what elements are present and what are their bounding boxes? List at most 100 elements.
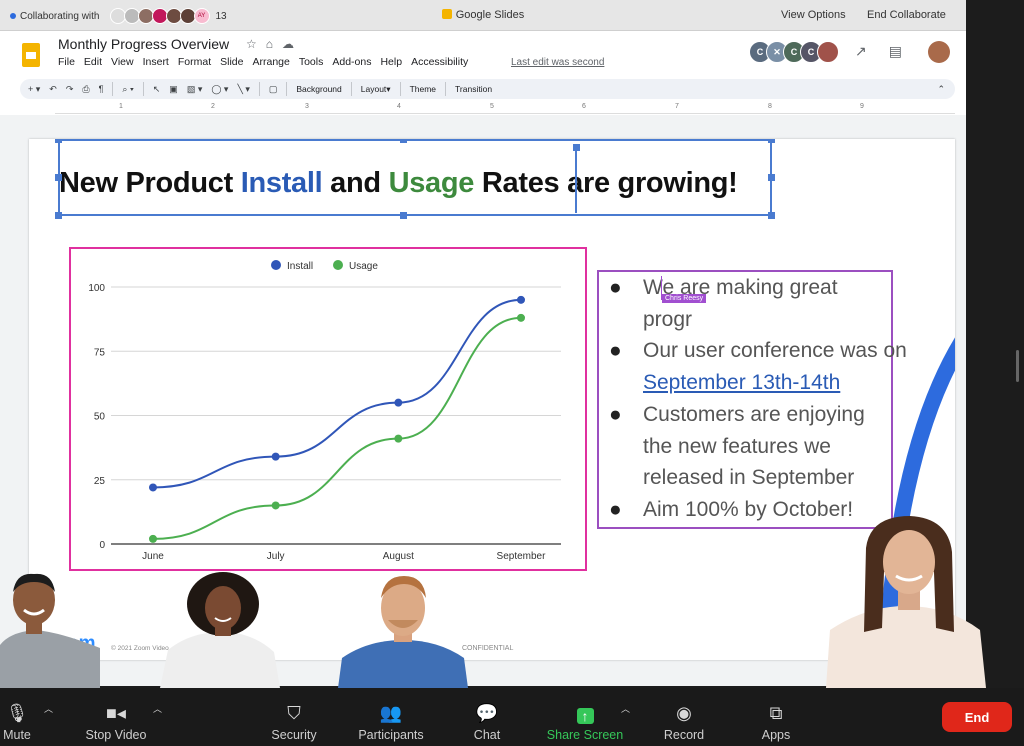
menu-item-insert[interactable]: Insert bbox=[143, 56, 169, 68]
bullet-text: Customers are enjoying the new features … bbox=[643, 402, 865, 490]
mute-button[interactable]: 🎙 Mute bbox=[0, 688, 34, 746]
select-icon[interactable]: ↖ bbox=[153, 84, 161, 95]
move-folder-icon[interactable]: ⌂ bbox=[266, 37, 273, 51]
resize-handle[interactable] bbox=[768, 174, 775, 181]
resize-handle[interactable] bbox=[55, 212, 62, 219]
bullet-icon: ● bbox=[609, 402, 622, 426]
chart-container[interactable]: 0 25 50 75 100 June July August September Install… bbox=[69, 247, 587, 571]
document-title[interactable]: Monthly Progress Overview bbox=[58, 36, 229, 52]
new-slide-icon[interactable]: + ▾ bbox=[28, 84, 40, 95]
collapse-toolbar-icon[interactable]: ⌃ bbox=[937, 84, 945, 95]
end-meeting-button[interactable]: End bbox=[942, 702, 1012, 732]
list-item: ● Customers are enjoying the new features… bbox=[609, 399, 909, 494]
add-comment-icon[interactable]: ▢ bbox=[269, 84, 278, 95]
menu-item-accessibility[interactable]: Accessibility bbox=[411, 56, 468, 68]
apps-button[interactable]: ⧉ Apps bbox=[756, 688, 796, 746]
data-point-usage bbox=[517, 313, 525, 322]
resize-handle[interactable] bbox=[400, 212, 407, 219]
redo-icon[interactable]: ↷ bbox=[66, 84, 74, 95]
undo-icon[interactable]: ↶ bbox=[49, 84, 57, 95]
slides-logo-icon[interactable] bbox=[22, 43, 40, 67]
presence-avatar[interactable] bbox=[817, 41, 839, 63]
shape-icon[interactable]: ◯ ▾ bbox=[211, 84, 228, 95]
x-tick-label: July bbox=[267, 551, 285, 562]
toolbar-divider bbox=[258, 82, 260, 96]
share-screen-button[interactable]: ↑ Share Screen bbox=[540, 688, 630, 746]
participant-video[interactable] bbox=[826, 512, 986, 688]
chat-button[interactable]: 💬 Chat bbox=[466, 688, 508, 746]
toolbar-divider bbox=[445, 82, 447, 96]
record-label: Record bbox=[663, 728, 705, 742]
last-edit-link[interactable]: Last edit was second bbox=[511, 57, 604, 68]
list-item: ● We are making great progr bbox=[609, 272, 909, 335]
background-button[interactable]: Background bbox=[296, 84, 341, 94]
participant-figure bbox=[0, 573, 100, 688]
scrollbar-handle[interactable] bbox=[1016, 350, 1019, 382]
star-icon[interactable]: ☆ bbox=[246, 37, 257, 51]
participant-video[interactable] bbox=[338, 570, 468, 688]
record-button[interactable]: ◉ Record bbox=[658, 688, 710, 746]
menu-item-help[interactable]: Help bbox=[380, 56, 402, 68]
paint-format-icon[interactable]: ¶ bbox=[99, 84, 104, 94]
view-options-button[interactable]: View Options bbox=[781, 9, 846, 21]
bullet-icon: ● bbox=[609, 276, 622, 299]
resize-handle[interactable] bbox=[55, 174, 62, 181]
print-icon[interactable]: ⎙ bbox=[82, 84, 89, 95]
legend-label: Usage bbox=[349, 261, 378, 272]
header-actions: ↗ ▤ bbox=[855, 43, 902, 60]
account-avatar[interactable] bbox=[928, 41, 950, 63]
menu-item-tools[interactable]: Tools bbox=[299, 56, 324, 68]
line-icon[interactable]: ╲ ▾ bbox=[237, 84, 249, 95]
participant-video[interactable] bbox=[160, 570, 280, 688]
toolbar-divider bbox=[286, 82, 288, 96]
participants-button[interactable]: 👥 Participants bbox=[350, 688, 432, 746]
share-screen-icon: ↑ bbox=[576, 708, 594, 724]
resize-handle[interactable] bbox=[55, 139, 62, 143]
image-icon[interactable]: ▧ ▾ bbox=[187, 84, 203, 95]
resize-handle[interactable] bbox=[400, 139, 407, 143]
menu-item-format[interactable]: Format bbox=[178, 56, 211, 68]
ruler-tick: 6 bbox=[582, 103, 586, 110]
video-camera-icon: ■◂ bbox=[106, 703, 126, 723]
menu-item-file[interactable]: File bbox=[58, 56, 75, 68]
x-tick-label: June bbox=[142, 551, 164, 562]
x-tick-label: September bbox=[497, 551, 547, 562]
activity-trend-icon[interactable]: ↗ bbox=[855, 43, 867, 60]
ruler-tick: 4 bbox=[397, 103, 401, 110]
participants-label: Participants bbox=[358, 728, 424, 742]
chat-label: Chat bbox=[473, 728, 501, 742]
end-collaborate-button[interactable]: End Collaborate bbox=[867, 9, 946, 21]
text-box-icon[interactable]: ▣ bbox=[169, 84, 178, 95]
legend-label: Install bbox=[287, 261, 313, 272]
cloud-icon[interactable]: ☁ bbox=[282, 37, 294, 51]
security-button[interactable]: ⛉ Security bbox=[264, 688, 324, 746]
title-selection-box[interactable] bbox=[55, 139, 775, 219]
toolbar-divider bbox=[142, 82, 144, 96]
menu-item-edit[interactable]: Edit bbox=[84, 56, 102, 68]
chevron-up-icon[interactable]: ︿ bbox=[153, 702, 162, 715]
data-point-usage bbox=[271, 501, 280, 510]
menu-item-arrange[interactable]: Arrange bbox=[252, 56, 289, 68]
ruler-tick: 3 bbox=[305, 103, 309, 110]
menu-item-slide[interactable]: Slide bbox=[220, 56, 243, 68]
transition-button[interactable]: Transition bbox=[455, 84, 492, 94]
comment-icon[interactable]: ▤ bbox=[889, 43, 902, 60]
chevron-up-icon[interactable]: ︿ bbox=[621, 702, 630, 715]
zoom-icon[interactable]: ⌕ ▾ bbox=[122, 84, 133, 95]
stop-video-button[interactable]: ■◂ Stop Video bbox=[78, 688, 154, 746]
bullet-link[interactable]: September 13th-14th bbox=[643, 371, 840, 394]
resize-handle[interactable] bbox=[768, 139, 775, 143]
bullet-list[interactable]: ● We are making great progr ● Our user con… bbox=[609, 272, 909, 526]
apps-icon: ⧉ bbox=[769, 703, 783, 723]
series-line-install bbox=[152, 298, 522, 489]
resize-handle[interactable] bbox=[768, 212, 775, 219]
menu-item-view[interactable]: View bbox=[111, 56, 134, 68]
horizontal-ruler: 1 2 3 4 5 6 7 8 9 bbox=[55, 103, 955, 114]
participant-video[interactable] bbox=[0, 570, 100, 688]
chevron-up-icon[interactable]: ︿ bbox=[44, 702, 53, 715]
theme-button[interactable]: Theme bbox=[410, 84, 436, 94]
layout-button[interactable]: Layout▾ bbox=[361, 84, 391, 95]
zoom-control-bar: 🎙 Mute ︿ ■◂ Stop Video ︿ ⛉ Security 👥 Pa… bbox=[0, 688, 1024, 746]
participant-figure bbox=[160, 572, 280, 688]
menu-item-addons[interactable]: Add-ons bbox=[332, 56, 371, 68]
